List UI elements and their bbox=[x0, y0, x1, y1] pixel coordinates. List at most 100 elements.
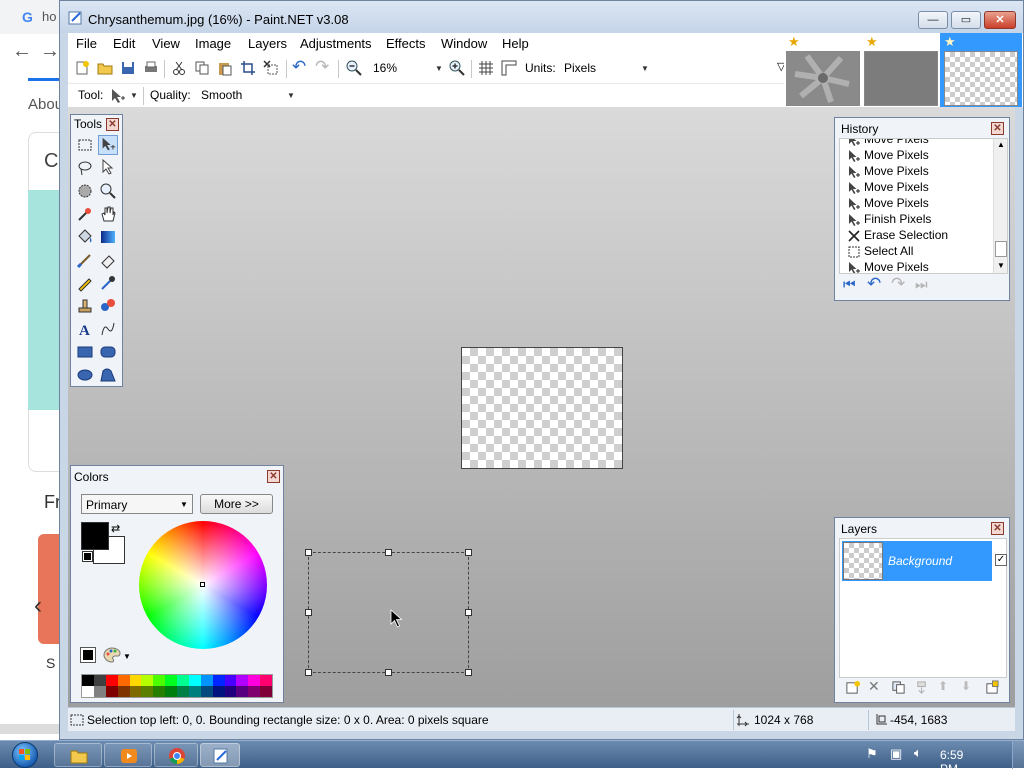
pencil-tool-icon[interactable] bbox=[75, 273, 95, 293]
cut-icon[interactable] bbox=[171, 60, 187, 76]
selection-handle[interactable] bbox=[305, 609, 312, 616]
grid-icon[interactable] bbox=[478, 60, 494, 76]
palette-swatch[interactable] bbox=[141, 675, 154, 686]
tools-panel-close-button[interactable]: ✕ bbox=[106, 118, 119, 131]
history-scroll-thumb[interactable] bbox=[995, 241, 1007, 257]
show-desktop-button[interactable] bbox=[1012, 741, 1024, 769]
quality-dropdown-arrow-icon[interactable]: ▼ bbox=[287, 91, 295, 100]
lasso-select-tool-icon[interactable] bbox=[75, 158, 95, 178]
menu-file[interactable]: File bbox=[76, 36, 97, 51]
zoom-dropdown-arrow-icon[interactable]: ▼ bbox=[435, 64, 443, 73]
crop-to-selection-icon[interactable] bbox=[240, 60, 256, 76]
palette-swatch[interactable] bbox=[82, 686, 94, 697]
selection-handle[interactable] bbox=[465, 609, 472, 616]
paste-icon[interactable] bbox=[217, 60, 233, 76]
scroll-up-arrow-icon[interactable]: ▲ bbox=[997, 140, 1005, 149]
zoom-in-icon[interactable] bbox=[449, 60, 465, 76]
menu-edit[interactable]: Edit bbox=[113, 36, 135, 51]
zoom-out-icon[interactable] bbox=[346, 60, 362, 76]
palette-swatch[interactable] bbox=[236, 686, 249, 697]
paint-bucket-tool-icon[interactable] bbox=[75, 227, 95, 247]
palette-swatch[interactable] bbox=[236, 675, 249, 686]
image-canvas[interactable] bbox=[461, 347, 623, 469]
menu-help[interactable]: Help bbox=[502, 36, 529, 51]
history-scrollbar[interactable]: ▲ ▼ bbox=[993, 139, 1007, 273]
image-thumbnail-3[interactable] bbox=[944, 51, 1018, 106]
palette-swatch[interactable] bbox=[153, 675, 166, 686]
units-value[interactable]: Pixels bbox=[564, 61, 596, 75]
deselect-icon[interactable] bbox=[263, 60, 279, 76]
undo-icon[interactable]: ↶ bbox=[292, 57, 306, 77]
network-icon[interactable]: ▣ bbox=[890, 746, 902, 762]
menu-view[interactable]: View bbox=[152, 36, 180, 51]
color-wheel-marker[interactable] bbox=[200, 582, 205, 587]
color-mode-dropdown-arrow-icon[interactable]: ▼ bbox=[180, 500, 188, 509]
taskbar-chrome-button[interactable] bbox=[154, 743, 198, 767]
rectangle-select-tool-icon[interactable] bbox=[75, 135, 95, 155]
palette-swatch[interactable] bbox=[129, 686, 142, 697]
maximize-button[interactable]: ▭ bbox=[951, 11, 981, 29]
selection-handle[interactable] bbox=[305, 549, 312, 556]
palette-swatch[interactable] bbox=[188, 686, 201, 697]
browser-about-text[interactable]: Abou bbox=[28, 96, 63, 113]
line-curve-tool-icon[interactable] bbox=[98, 319, 118, 339]
move-selected-pixels-icon[interactable] bbox=[110, 88, 126, 104]
browser-tab[interactable]: G ho bbox=[0, 0, 60, 34]
primary-color-swatch[interactable] bbox=[81, 522, 109, 550]
title-bar[interactable]: Chrysanthemum.jpg (16%) - Paint.NET v3.0… bbox=[60, 1, 1023, 33]
menu-image[interactable]: Image bbox=[195, 36, 231, 51]
history-panel-close-button[interactable]: ✕ bbox=[991, 122, 1004, 135]
delete-layer-icon[interactable]: ✕ bbox=[868, 678, 880, 695]
history-undo-icon[interactable]: ↶ bbox=[867, 274, 881, 294]
tool-dropdown-arrow-icon[interactable]: ▼ bbox=[130, 91, 138, 100]
history-list[interactable]: Move Pixels Move Pixels Move Pixels Move Pi… bbox=[839, 138, 1008, 274]
carousel-prev-icon[interactable]: ‹ bbox=[34, 592, 42, 620]
palette-swatch[interactable] bbox=[105, 675, 118, 686]
palette-swatch[interactable] bbox=[200, 686, 213, 697]
more-colors-button[interactable]: More >> bbox=[200, 494, 273, 514]
swap-colors-icon[interactable]: ⇄ bbox=[111, 522, 120, 535]
volume-icon[interactable]: 🔈︎ bbox=[914, 745, 922, 761]
layers-panel-close-button[interactable]: ✕ bbox=[991, 522, 1004, 535]
rounded-rectangle-tool-icon[interactable] bbox=[98, 342, 118, 362]
minimize-button[interactable]: — bbox=[918, 11, 948, 29]
menu-window[interactable]: Window bbox=[441, 36, 487, 51]
image-thumbnail-1[interactable] bbox=[786, 51, 860, 106]
palette-swatch[interactable] bbox=[248, 675, 261, 686]
palette-swatch[interactable] bbox=[165, 675, 177, 686]
palette-swatch[interactable] bbox=[212, 675, 225, 686]
layer-properties-icon[interactable] bbox=[985, 680, 1000, 695]
taskbar-paintnet-button[interactable] bbox=[200, 743, 240, 767]
selection-handle[interactable] bbox=[385, 669, 392, 676]
color-picker-tool-icon[interactable] bbox=[98, 273, 118, 293]
print-icon[interactable] bbox=[143, 60, 159, 76]
duplicate-layer-icon[interactable] bbox=[891, 680, 906, 695]
menu-adjustments[interactable]: Adjustments bbox=[300, 36, 372, 51]
palette-swatch[interactable] bbox=[141, 686, 154, 697]
open-folder-icon[interactable] bbox=[97, 60, 113, 76]
back-arrow-icon[interactable]: ← bbox=[12, 40, 32, 63]
recolor-tool-icon[interactable] bbox=[98, 296, 118, 316]
palette-swatch[interactable] bbox=[248, 686, 261, 697]
selection-handle[interactable] bbox=[465, 669, 472, 676]
save-icon[interactable] bbox=[120, 60, 136, 76]
browser-horizontal-scrollbar[interactable] bbox=[0, 724, 60, 734]
gradient-tool-icon[interactable] bbox=[98, 227, 118, 247]
palette-swatch[interactable] bbox=[117, 686, 130, 697]
zoom-value[interactable]: 16% bbox=[373, 61, 397, 75]
image-thumbnail-2[interactable] bbox=[864, 51, 938, 106]
ellipse-tool-icon[interactable] bbox=[75, 365, 95, 385]
layer-visibility-checkbox[interactable]: ✓ bbox=[995, 554, 1007, 566]
palette-swatch[interactable] bbox=[165, 686, 177, 697]
move-selected-pixels-tool-icon[interactable] bbox=[98, 135, 118, 155]
selection-rectangle[interactable] bbox=[308, 552, 469, 673]
ellipse-select-tool-icon[interactable] bbox=[75, 181, 95, 201]
move-selection-tool-icon[interactable] bbox=[98, 158, 118, 178]
palette-swatch[interactable] bbox=[260, 675, 272, 686]
palette-swatch[interactable] bbox=[224, 686, 237, 697]
palette-swatch[interactable] bbox=[177, 686, 189, 697]
forward-arrow-icon[interactable]: → bbox=[40, 40, 60, 63]
color-palette[interactable] bbox=[81, 674, 273, 698]
action-center-icon[interactable]: ⚑ bbox=[866, 746, 878, 762]
close-button[interactable]: ✕ bbox=[984, 11, 1016, 29]
